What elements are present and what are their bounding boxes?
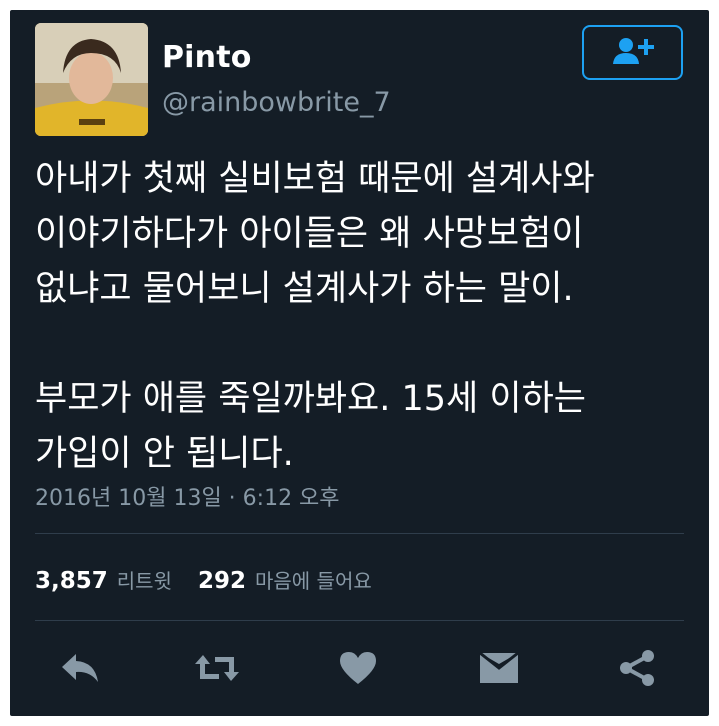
share-button[interactable] [607, 640, 667, 700]
envelope-icon [478, 651, 520, 689]
retweet-button[interactable] [187, 640, 247, 700]
action-bar [10, 640, 709, 700]
divider [35, 533, 684, 534]
reply-button[interactable] [50, 640, 110, 700]
like-count[interactable]: 292 [198, 568, 246, 594]
like-label[interactable]: 마음에 들어요 [255, 565, 372, 594]
add-user-icon [611, 36, 655, 70]
reply-icon [60, 652, 100, 688]
heart-icon [338, 650, 378, 690]
retweet-count[interactable]: 3,857 [35, 568, 108, 594]
retweet-icon [193, 653, 241, 687]
user-handle[interactable]: @rainbowbrite_7 [162, 87, 391, 118]
share-icon [617, 648, 657, 692]
follow-button[interactable] [582, 25, 683, 80]
tweet-stats: 3,857 리트윗 292 마음에 들어요 [35, 565, 398, 594]
retweet-label[interactable]: 리트윗 [117, 565, 172, 594]
avatar[interactable] [35, 23, 148, 136]
user-name[interactable]: Pinto [162, 40, 252, 75]
like-button[interactable] [328, 640, 388, 700]
tweet-timestamp[interactable]: 2016년 10월 13일 · 6:12 오후 [35, 480, 340, 512]
divider [35, 620, 684, 621]
tweet-text: 아내가 첫째 실비보험 때문에 설계사와 이야기하다가 아이들은 왜 사망보험이… [35, 159, 595, 474]
direct-message-button[interactable] [469, 640, 529, 700]
tweet-card: Pinto @rainbowbrite_7 아내가 첫째 실비보험 때문에 설계… [10, 10, 709, 716]
